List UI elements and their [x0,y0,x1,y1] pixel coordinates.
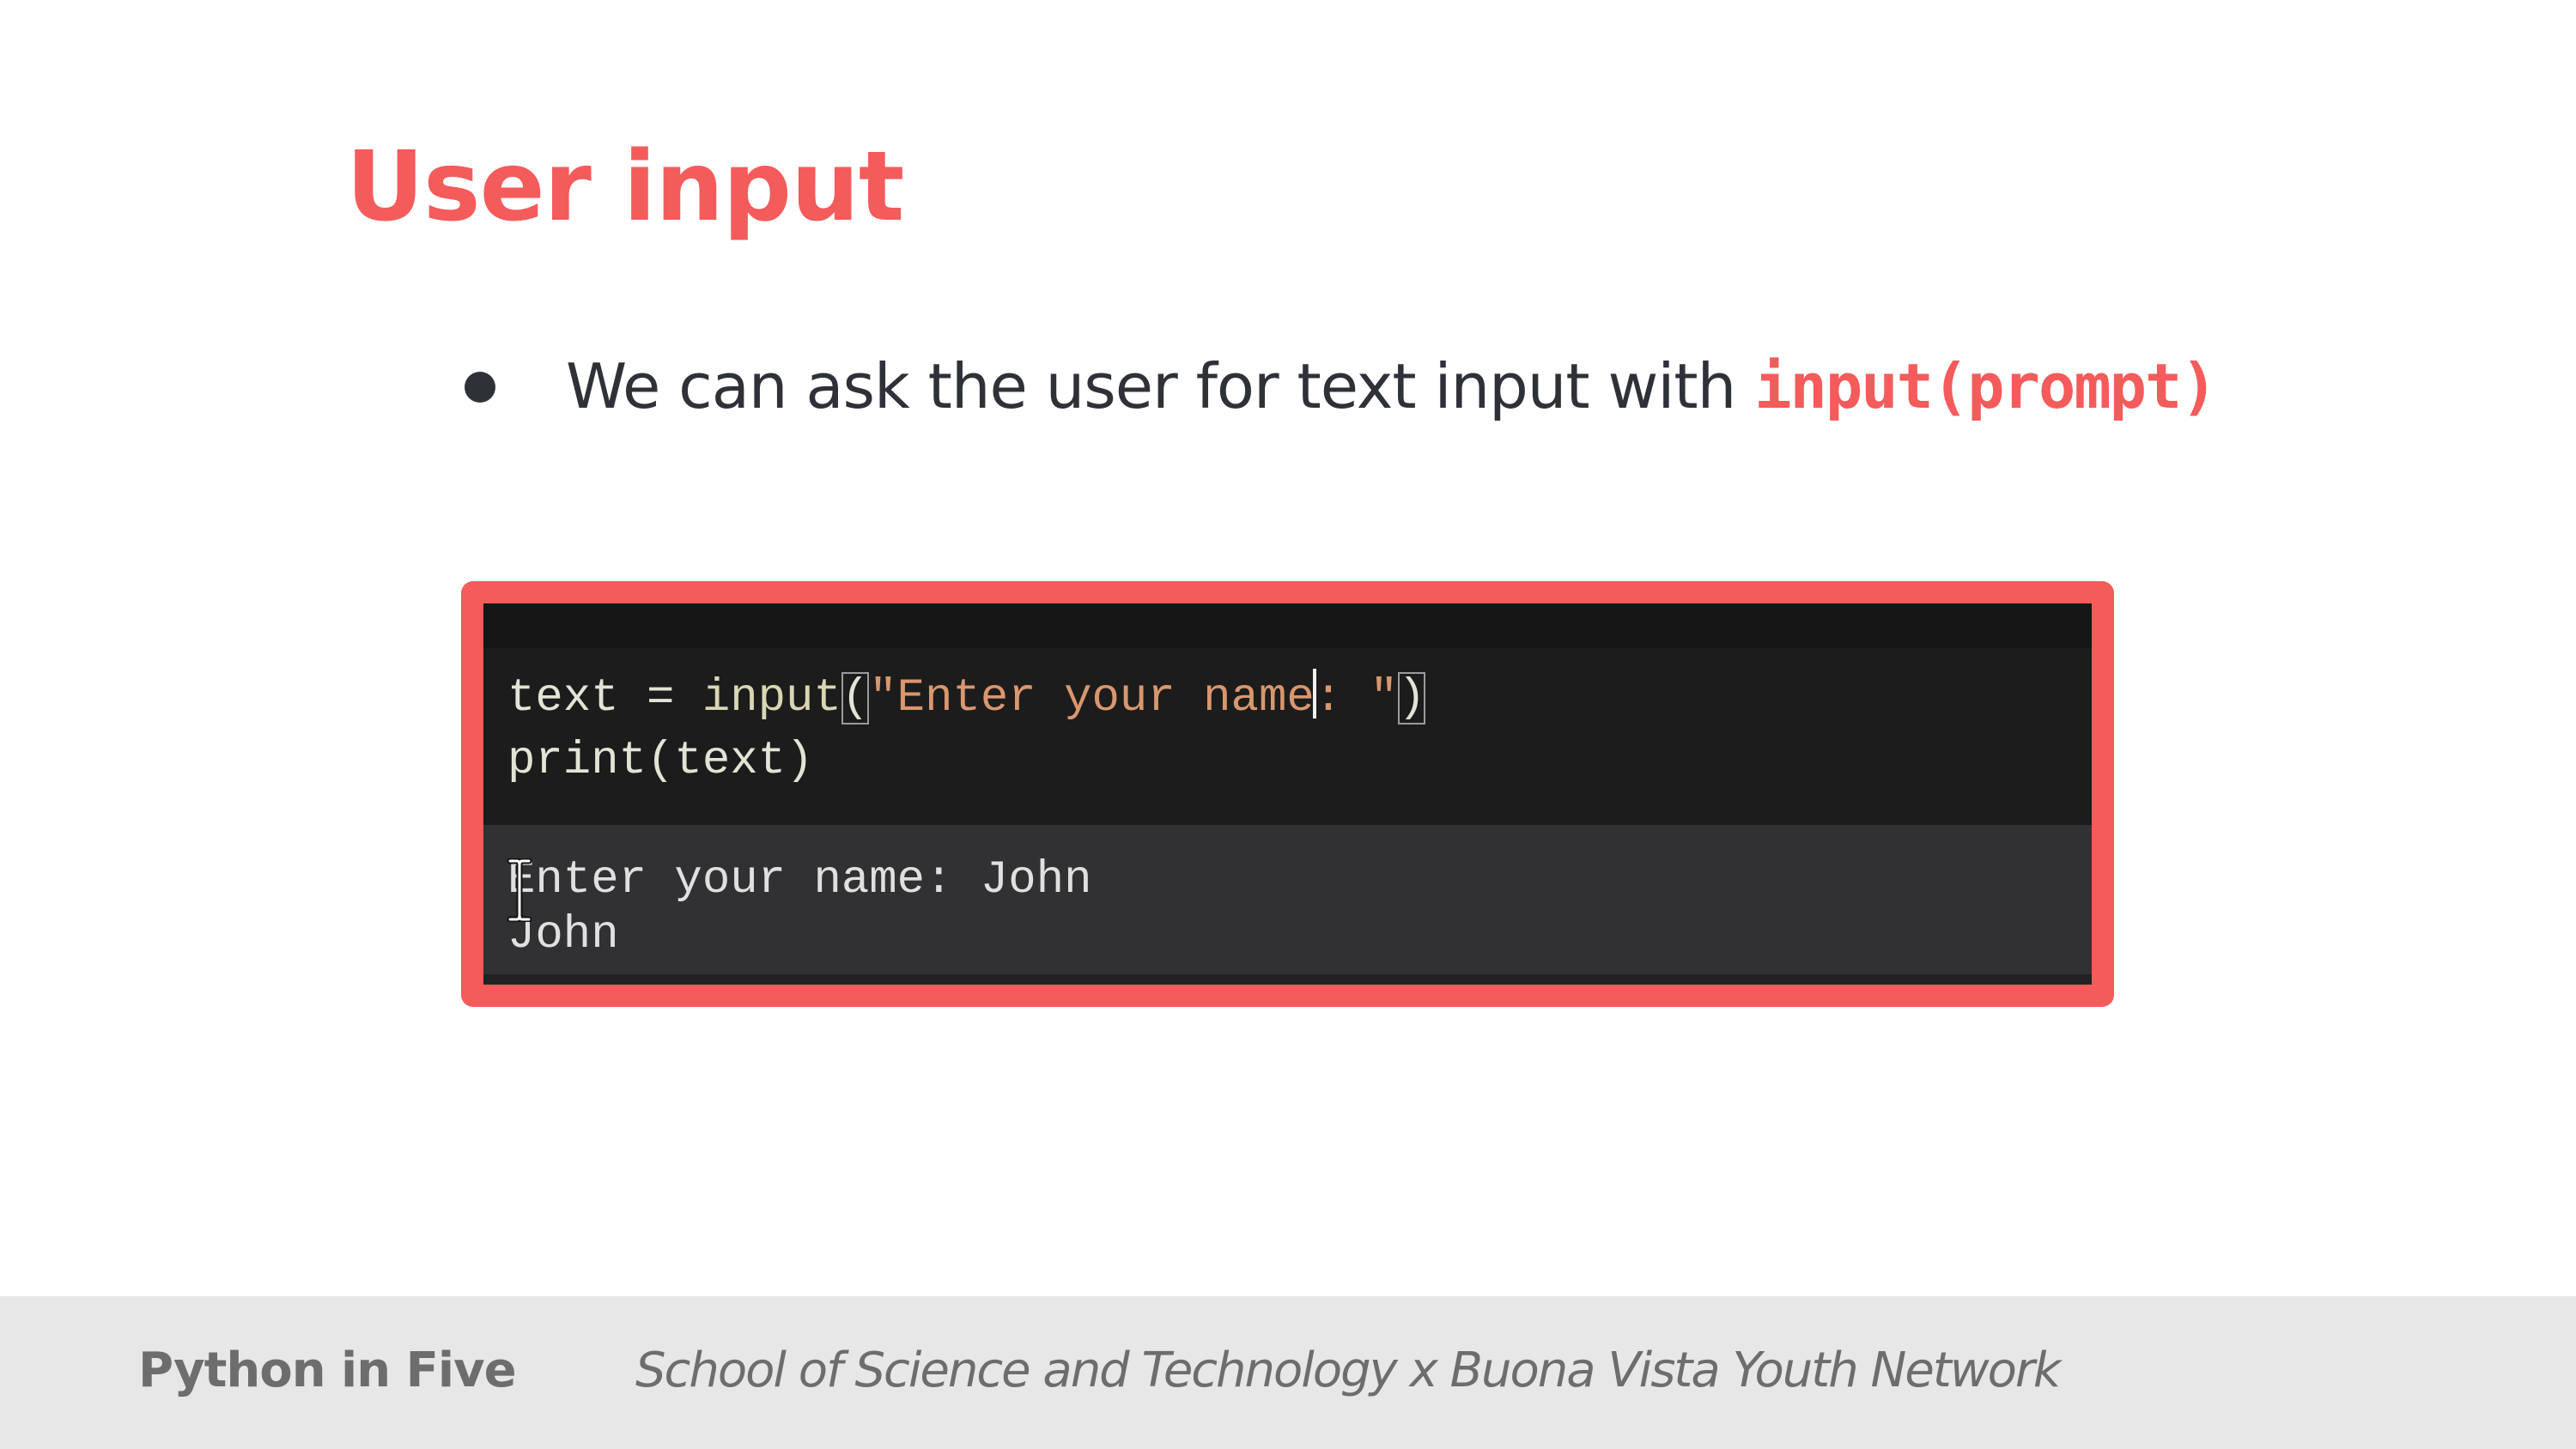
code-var: text [507,672,619,724]
code-operator: = [618,672,702,724]
code-screenshot-frame: text = input("Enter your name: ") print(… [461,581,2114,1007]
code-line-1: text = input("Enter your name: ") [507,669,1426,729]
bullet-point: We can ask the user for text input with … [566,343,2218,429]
output-line-1: Enter your name: John [507,854,1092,906]
code-string-start: "Enter your name [869,672,1315,724]
footer-bar: Python in Five School of Science and Tec… [0,1296,2576,1449]
cell-bottom-strip [483,974,2092,985]
code-function: input [702,672,841,724]
bullet-code: input(prompt) [1754,350,2218,422]
footer-organizations: School of Science and Technology x Buona… [635,1343,2061,1398]
code-paren-open: ( [841,672,870,724]
code-screenshot: text = input("Enter your name: ") print(… [483,603,2092,985]
code-paren-close: ) [1397,672,1426,724]
code-line-2: print(text) [507,735,814,787]
footer-course-name: Python in Five [138,1343,517,1398]
slide-title: User input [346,131,904,243]
bullet-text: We can ask the user for text input with [566,350,1755,422]
ibeam-cursor-icon [507,858,532,922]
code-string-end: : " [1314,672,1398,724]
cell-toolbar-strip [483,603,2092,648]
bullet-dot [465,372,495,403]
